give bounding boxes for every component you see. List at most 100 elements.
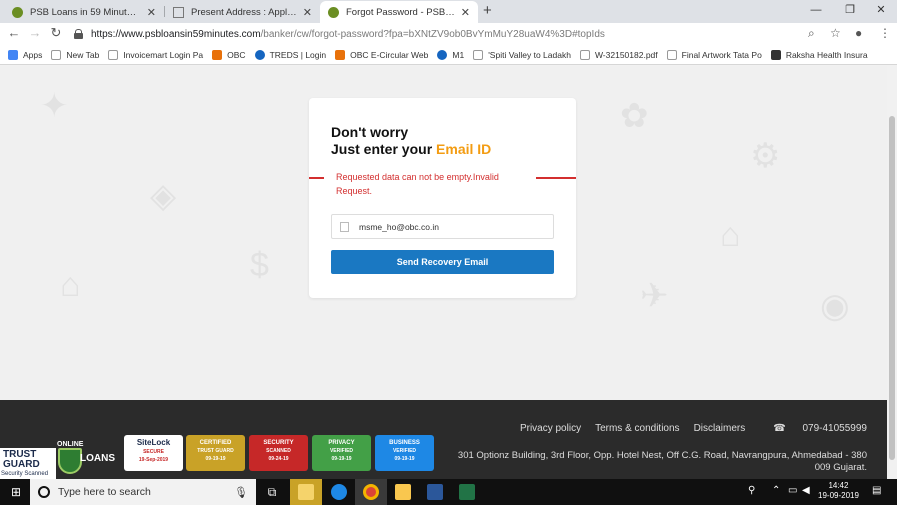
background-pattern-icon: ✈: [640, 277, 669, 315]
bookmark-item[interactable]: TREDS | Login: [254, 49, 326, 60]
error-message: Requested data can not be empty.Invalid …: [336, 172, 499, 196]
page-icon: [108, 49, 119, 60]
taskbar-app-mail[interactable]: [290, 479, 322, 505]
page-footer: ONLINE TRUST GUARD Security Scanned LOANS…: [0, 400, 887, 479]
forgot-password-card: Don't worry Just enter your Email ID Req…: [309, 98, 576, 298]
menu-icon[interactable]: ⋮: [879, 26, 891, 40]
microphone-icon[interactable]: 🎙: [234, 486, 248, 499]
start-button[interactable]: ⊞: [0, 479, 32, 505]
windows-taskbar: ⊞ Type here to search 🎙 ⧉ ⚲ ⌃ ▭ ◀ 14:42 …: [0, 479, 897, 505]
back-button[interactable]: ←: [6, 25, 22, 40]
taskbar-app-word[interactable]: [419, 479, 451, 505]
bookmark-item[interactable]: 'Spiti Valley to Ladakh: [473, 49, 571, 60]
privacy-policy-link[interactable]: Privacy policy: [520, 423, 581, 434]
business-verified-badge[interactable]: BUSINESS VERIFIED 09-19-19: [375, 435, 434, 471]
email-field[interactable]: msme_ho@obc.co.in: [331, 214, 554, 239]
task-view-button[interactable]: ⧉: [256, 479, 288, 505]
bookmark-item[interactable]: New Tab: [51, 49, 99, 60]
treds-icon: [254, 49, 265, 60]
taskbar-app-chrome[interactable]: [355, 479, 387, 505]
phone-icon: ☎: [773, 423, 786, 434]
volume-icon[interactable]: ◀: [802, 485, 810, 496]
page-scrollbar[interactable]: [887, 66, 897, 479]
chevron-up-icon[interactable]: ⌃: [772, 485, 780, 496]
background-pattern-icon: ✦: [40, 87, 69, 125]
background-pattern-icon: ⌂: [720, 216, 741, 254]
notifications-icon[interactable]: ▤: [872, 485, 881, 496]
reload-button[interactable]: ↻: [48, 25, 64, 41]
obc-icon: [335, 49, 346, 60]
background-pattern-icon: ✿: [620, 97, 649, 135]
windows-icon: ⊞: [10, 485, 22, 499]
bookmark-star-icon[interactable]: ☆: [830, 26, 841, 40]
heading-enter-email: Just enter your Email ID: [331, 141, 492, 157]
internet-explorer-icon: [331, 484, 347, 500]
certified-badge[interactable]: CERTIFIED TRUST GUARD 09-19-19: [186, 435, 245, 471]
taskbar-search[interactable]: Type here to search 🎙: [30, 479, 256, 505]
background-pattern-icon: ◈: [150, 177, 177, 215]
heading-dont-worry: Don't worry: [331, 124, 409, 140]
close-tab-icon[interactable]: ✕: [147, 6, 156, 19]
close-window-button[interactable]: ✕: [865, 0, 897, 22]
disclaimers-link[interactable]: Disclaimers: [694, 423, 746, 434]
obc-icon: [212, 49, 223, 60]
network-icon[interactable]: ▭: [788, 485, 797, 496]
close-tab-icon[interactable]: ✕: [461, 6, 470, 19]
footer-links: Privacy policy Terms & conditions Discla…: [506, 423, 867, 434]
send-recovery-email-button[interactable]: Send Recovery Email: [331, 250, 554, 274]
broken-image-icon: [340, 221, 349, 232]
forward-button[interactable]: →: [27, 25, 43, 40]
profile-icon[interactable]: ●: [855, 26, 862, 40]
zoom-icon[interactable]: ⌕: [808, 26, 815, 41]
page-icon: [666, 49, 677, 60]
bookmark-item[interactable]: OBC E-Circular Web: [335, 49, 428, 60]
close-tab-icon[interactable]: ✕: [303, 6, 312, 19]
bookmark-item[interactable]: Raksha Health Insura: [770, 49, 868, 60]
page-icon: [51, 49, 62, 60]
taskbar-app-ie[interactable]: [323, 479, 355, 505]
error-line-left: [309, 177, 324, 179]
sitelock-badge[interactable]: SiteLock SECURE 19-Sep-2019: [124, 435, 183, 471]
taskbar-app-explorer[interactable]: [387, 479, 419, 505]
phone-number[interactable]: ☎ 079-41055999: [759, 423, 867, 434]
tab-psb-loans[interactable]: PSB Loans in 59 Minutes: Online ✕: [4, 1, 164, 23]
bookmark-item[interactable]: M1: [437, 49, 464, 60]
background-pattern-icon: ⌂: [60, 266, 81, 304]
taskbar-app-excel[interactable]: [451, 479, 483, 505]
system-clock[interactable]: 14:42 19-09-2019: [818, 481, 859, 501]
background-pattern-icon: $: [250, 246, 269, 284]
restore-button[interactable]: ❐: [834, 0, 866, 22]
tab-forgot-password[interactable]: Forgot Password - PSB Loans in 5 ✕: [320, 1, 478, 23]
trustguard-logo[interactable]: ONLINE TRUST GUARD Security Scanned LOANS: [0, 436, 120, 479]
bookmark-item[interactable]: Final Artwork Tata Po: [666, 49, 762, 60]
page-icon: [473, 49, 484, 60]
bookmark-item[interactable]: OBC: [212, 49, 246, 60]
psb-favicon-icon: [328, 6, 339, 18]
bookmark-item[interactable]: W-32150182.pdf: [579, 49, 658, 60]
lock-icon: [74, 29, 83, 39]
task-view-icon: ⧉: [267, 484, 277, 499]
bookmarks-bar: Apps New Tab Invoicemart Login Pa OBC TR…: [0, 45, 897, 65]
psb-favicon-icon: [12, 6, 23, 18]
word-icon: [427, 484, 443, 500]
terms-link[interactable]: Terms & conditions: [595, 423, 679, 434]
tab-strip: PSB Loans in 59 Minutes: Online ✕ Presen…: [0, 0, 897, 23]
address-bar[interactable]: https://www.psbloansin59minutes.com/bank…: [70, 25, 830, 43]
page-content: ✦ ◈ ⌂ $ ✿ ⚙ ⌂ ✈ ◉ Don't worry Just enter…: [0, 66, 887, 400]
new-tab-button[interactable]: +: [483, 2, 492, 19]
people-icon[interactable]: ⚲: [748, 485, 755, 496]
browser-toolbar: ← → ↻ https://www.psbloansin59minutes.co…: [0, 23, 897, 45]
m1-icon: [437, 49, 448, 60]
bookmark-item[interactable]: Invoicemart Login Pa: [108, 49, 203, 60]
scrollbar-thumb[interactable]: [889, 116, 895, 460]
background-pattern-icon: ⚙: [750, 137, 781, 175]
page-icon: [579, 49, 590, 60]
cortana-icon: [38, 486, 50, 498]
security-scanned-badge[interactable]: SECURITY SCANNED 09-24-19: [249, 435, 308, 471]
background-pattern-icon: ◉: [820, 287, 850, 325]
bookmark-apps[interactable]: Apps: [8, 49, 42, 60]
tab-present-address[interactable]: Present Address : Apply for Fresh ✕: [165, 1, 320, 23]
document-favicon-icon: [173, 6, 184, 18]
minimize-button[interactable]: —: [800, 0, 832, 22]
privacy-verified-badge[interactable]: PRIVACY VERIFIED 09-19-19: [312, 435, 371, 471]
